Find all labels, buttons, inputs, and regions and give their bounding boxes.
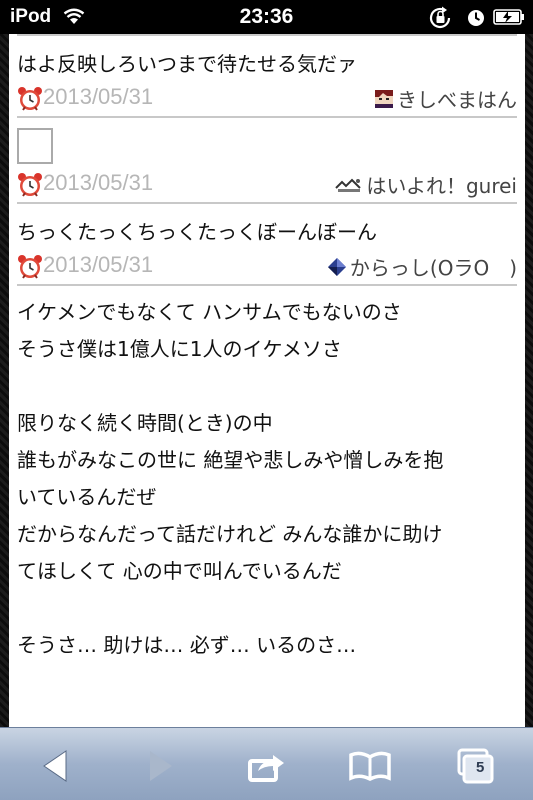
post-line: イケメンでもなくて ハンサムでもないのさ [17, 300, 402, 324]
browser-toolbar: 5 [0, 727, 533, 800]
alarm-clock-icon [466, 8, 486, 33]
post-line: 誰もがみなこの世に 絶望や悲しみや憎しみを抱 [17, 448, 444, 472]
post-line: てほしくて 心の中で叫んでいるんだ [17, 559, 342, 583]
post-line: そうさ僕は1億人に1人のイケメソさ [17, 337, 342, 361]
post-line [17, 368, 517, 405]
post-line: だからなんだって話だけれど みんな誰かに助け [17, 522, 443, 546]
post-date: 2013/05/31 [43, 252, 154, 277]
bookmarks-button[interactable] [345, 746, 395, 786]
post-date: 2013/05/31 [43, 170, 154, 195]
author[interactable]: はいよれ！gurei [334, 170, 517, 199]
list-item[interactable]: ちっくたっくちっくたっくぼーんぼーん 2013/05/31 からっし(ΟラΟ ) [17, 204, 517, 286]
diamond-icon [327, 257, 346, 276]
entry-text: ちっくたっくちっくたっくぼーんぼーん [17, 220, 377, 244]
forward-button[interactable] [136, 746, 186, 786]
post-line: 限りなく続く時間(とき)の中 [17, 411, 273, 435]
share-icon [248, 755, 284, 782]
post-line: いているんだぜ [17, 485, 157, 509]
tabs-icon [457, 748, 494, 784]
post-line: そうさ… 助けは… 必ず… いるのさ… [17, 633, 357, 657]
avatar [375, 89, 393, 108]
author-name: からっし(ΟラΟ ) [349, 256, 517, 280]
battery-icon [493, 9, 525, 30]
alarm-clock-emoji-icon [18, 255, 42, 279]
tabs-button[interactable]: 5 [450, 746, 500, 786]
post-line [17, 590, 517, 627]
book-icon [349, 751, 391, 781]
author[interactable]: きしべまはん [373, 84, 517, 113]
web-content[interactable]: はよ反映しろいつまで待たせる気だァ 2013/05/31 きしべまはん 2013… [9, 34, 525, 727]
status-bar: iPod 23:36 [0, 0, 533, 34]
alarm-clock-emoji-icon [18, 173, 42, 197]
back-button[interactable] [30, 746, 80, 786]
author[interactable]: からっし(ΟラΟ ) [326, 252, 517, 281]
forward-arrow-icon [150, 751, 172, 781]
post-date: 2013/05/31 [43, 84, 154, 109]
list-item[interactable]: はよ反映しろいつまで待たせる気だァ 2013/05/31 きしべまはん [17, 34, 517, 118]
author-name: はいよれ！gurei [366, 174, 517, 198]
list-item[interactable]: 2013/05/31 はいよれ！gurei [17, 118, 517, 204]
post-body: イケメンでもなくて ハンサムでもないのさ そうさ僕は1億人に1人のイケメソさ 限… [17, 286, 517, 664]
alarm-clock-emoji-icon [18, 87, 42, 111]
entry-text: はよ反映しろいつまで待たせる気だァ [17, 52, 357, 76]
rotation-lock-icon [428, 6, 454, 35]
tabs-count: 5 [476, 759, 485, 776]
empty-image-placeholder [17, 128, 53, 164]
avatar [334, 177, 365, 192]
back-arrow-icon [43, 750, 67, 782]
share-button[interactable] [242, 746, 292, 786]
author-name: きしべまはん [397, 88, 517, 112]
